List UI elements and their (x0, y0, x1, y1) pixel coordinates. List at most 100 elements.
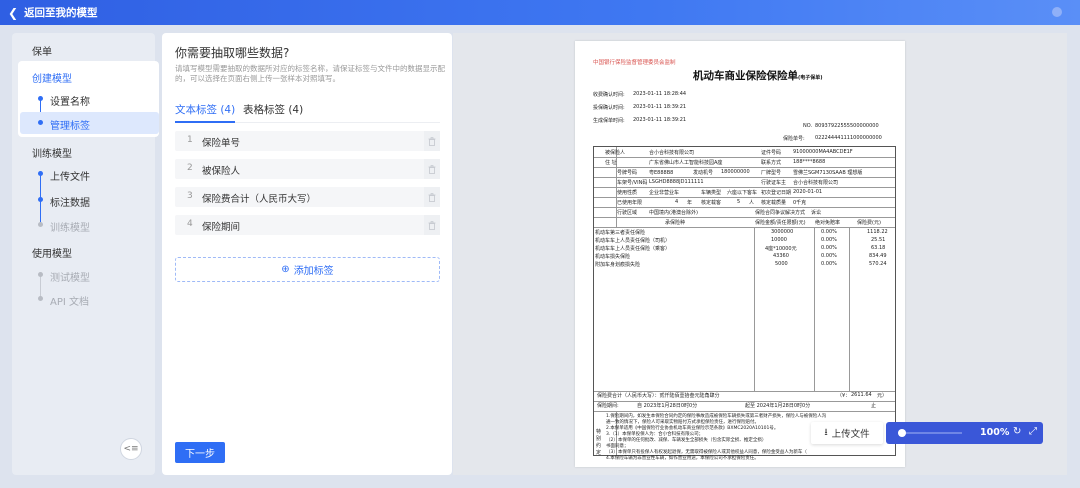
step-dot (38, 296, 43, 301)
sidebar-item-upload-files[interactable]: 上传文件 (50, 168, 90, 183)
add-label-button[interactable]: ⊕ 添加标签 (175, 257, 440, 282)
sidebar-item-api-docs[interactable]: API 文档 (50, 293, 89, 308)
method-value: 诉讼 (811, 210, 822, 216)
cov-premium: 570.24 (869, 261, 887, 267)
doc-meta-value: 2023-01-11 18:28:44 (633, 91, 687, 97)
document-preview: 中国银行保险监督管理委员会监制 机动车商业保险保险单(电子保单) 收费确认时间:… (453, 33, 1067, 475)
zoom-slider-track[interactable] (898, 432, 962, 434)
sidebar-section-policy: 保单 (32, 47, 52, 58)
cov-premium: 63.18 (871, 245, 886, 251)
active-tab-indicator (175, 121, 235, 123)
tab-table-labels[interactable]: 表格标签 (4) (243, 102, 303, 117)
doc-meta-key: 投保确认时间: (593, 105, 625, 111)
premium-total-unit: 元） (877, 393, 888, 399)
owner-label: 行驶证车主 (761, 180, 787, 186)
cov-name: 机动车损失保险 (595, 254, 631, 260)
label-name[interactable]: 保险费合计（人民币大写） (202, 191, 316, 205)
cov-rate: 0.00% (821, 261, 837, 267)
upload-file-button[interactable]: ⭳ 上传文件 (811, 422, 883, 444)
premium-total-value: 2611.64 (851, 392, 872, 398)
step-dot (38, 222, 43, 227)
period-to: 起至 2024年1月28日0时0分 (745, 403, 811, 409)
load-label: 核定载质量 (761, 200, 787, 206)
sidebar-item-annotate-data[interactable]: 标注数据 (50, 194, 90, 209)
premium-total-label: 保险费合计（人民币大写）：贰仟陆佰壹拾叁元陆角肆分 (597, 393, 720, 399)
back-link[interactable]: 返回至我的模型 (24, 5, 98, 20)
address-value: 广东省佛山市人工智能科技园A座 (649, 160, 723, 166)
label-row[interactable]: 2 被保险人 (175, 159, 440, 179)
trash-icon[interactable] (424, 131, 440, 151)
use-value: 企业非营业车 (649, 190, 680, 196)
next-step-button[interactable]: 下一步 (175, 442, 225, 463)
seats-value: 5 (737, 199, 741, 205)
label-name[interactable]: 被保险人 (202, 163, 240, 177)
doc-title: 机动车商业保险保险单(电子保单) (693, 70, 823, 82)
doc-policy-no-value: 022244441111000000000 (815, 135, 882, 141)
sidebar-section-create-model[interactable]: 创建模型 (32, 70, 72, 85)
upload-file-label: 上传文件 (831, 429, 870, 440)
plus-circle-icon: ⊕ (281, 264, 290, 275)
method-label: 保险合同争议解决方式 (755, 210, 806, 216)
fullscreen-icon[interactable]: ⤢ (1029, 426, 1037, 437)
type-label: 车辆类型 (701, 190, 722, 196)
label-name[interactable]: 保险期间 (202, 219, 240, 233)
years-label: 已使用年限 (617, 200, 643, 206)
table-rule (594, 197, 895, 198)
doc-issuer: 中国银行保险监督管理委员会监制 (593, 60, 676, 66)
area-value: 中国境内(港澳台除外) (649, 210, 698, 216)
table-rule (849, 227, 850, 391)
label-row[interactable]: 3 保险费合计（人民币大写） (175, 187, 440, 207)
label-row[interactable]: 4 保险期间 (175, 215, 440, 235)
phone-value: 188****8688 (793, 159, 826, 165)
cov-amount: 10000 (771, 237, 787, 243)
trash-icon[interactable] (424, 215, 440, 235)
rotate-icon[interactable]: ↻ (1013, 426, 1021, 437)
label-name[interactable]: 保险单号 (202, 135, 240, 149)
sidebar-item-test-model[interactable]: 测试模型 (50, 269, 90, 284)
doc-meta-value: 2023-01-11 18:39:21 (633, 104, 687, 110)
step-dot (38, 120, 43, 125)
cov-amount: 43360 (773, 253, 789, 259)
period-end: 止 (871, 403, 877, 409)
avatar[interactable] (1052, 7, 1062, 17)
form-heading: 你需要抽取哪些数据? (175, 46, 290, 60)
table-rule (594, 411, 895, 412)
zoom-slider-handle[interactable] (898, 429, 906, 437)
cov-rate: 0.00% (821, 253, 837, 259)
engine-label: 发动机号 (693, 170, 714, 176)
doc-meta-key: 生成保单时间: (593, 118, 625, 124)
upload-icon: ⭳ (824, 427, 828, 438)
tab-text-labels[interactable]: 文本标签 (4) (175, 102, 235, 117)
id-value: 91000000MA4ABCDE1F (793, 149, 853, 155)
cov-header: 保险费(元) (857, 220, 881, 226)
label-row[interactable]: 1 保险单号 (175, 131, 440, 151)
seats-unit: 人 (749, 200, 755, 206)
table-rule (594, 167, 895, 168)
sidebar-item-set-name[interactable]: 设置名称 (50, 93, 90, 108)
preview-toolbar: ⭳ 上传文件 100% ↻ ⤢ (811, 422, 1043, 444)
table-rule (594, 157, 895, 158)
label-form-panel: 你需要抽取哪些数据? 请填写模型需要抽取的数据所对应的标签名称，请保证标签与文件… (162, 33, 452, 475)
collapse-sidebar-icon[interactable]: <≡ (120, 438, 142, 460)
cov-name: 机动车车上人员责任保险（乘客） (595, 246, 671, 252)
cov-name: 附加车身划痕损失险 (595, 262, 641, 268)
plate-label: 号牌号码 (617, 170, 638, 176)
trash-icon[interactable] (424, 159, 440, 179)
doc-meta-key: 收费确认时间: (593, 92, 625, 98)
trash-icon[interactable] (424, 187, 440, 207)
sidebar-item-manage-labels[interactable]: 管理标签 (50, 117, 90, 132)
period-label: 保险期间: (597, 403, 619, 409)
engine-value: 180000000 (721, 169, 750, 175)
sidebar-section-train-model: 训练模型 (32, 149, 72, 160)
load-value: 0千克 (793, 200, 807, 206)
cov-header: 绝对免赔率 (815, 220, 841, 226)
chevron-left-icon[interactable]: ❮ (8, 6, 18, 20)
form-description: 请填写模型需要抽取的数据所对应的标签名称，请保证标签与文件中的数据显示配的，可以… (175, 64, 445, 83)
add-label-text: 添加标签 (293, 266, 334, 277)
zoom-control: 100% ↻ ⤢ (886, 422, 1043, 444)
doc-meta-value: 2023-01-11 18:39:21 (633, 117, 687, 123)
sidebar-item-train-model[interactable]: 训练模型 (50, 219, 90, 234)
terms-label: 特别约定 (596, 429, 602, 456)
seats-label: 核定载客 (701, 200, 722, 206)
area-label: 行驶区域 (617, 210, 638, 216)
